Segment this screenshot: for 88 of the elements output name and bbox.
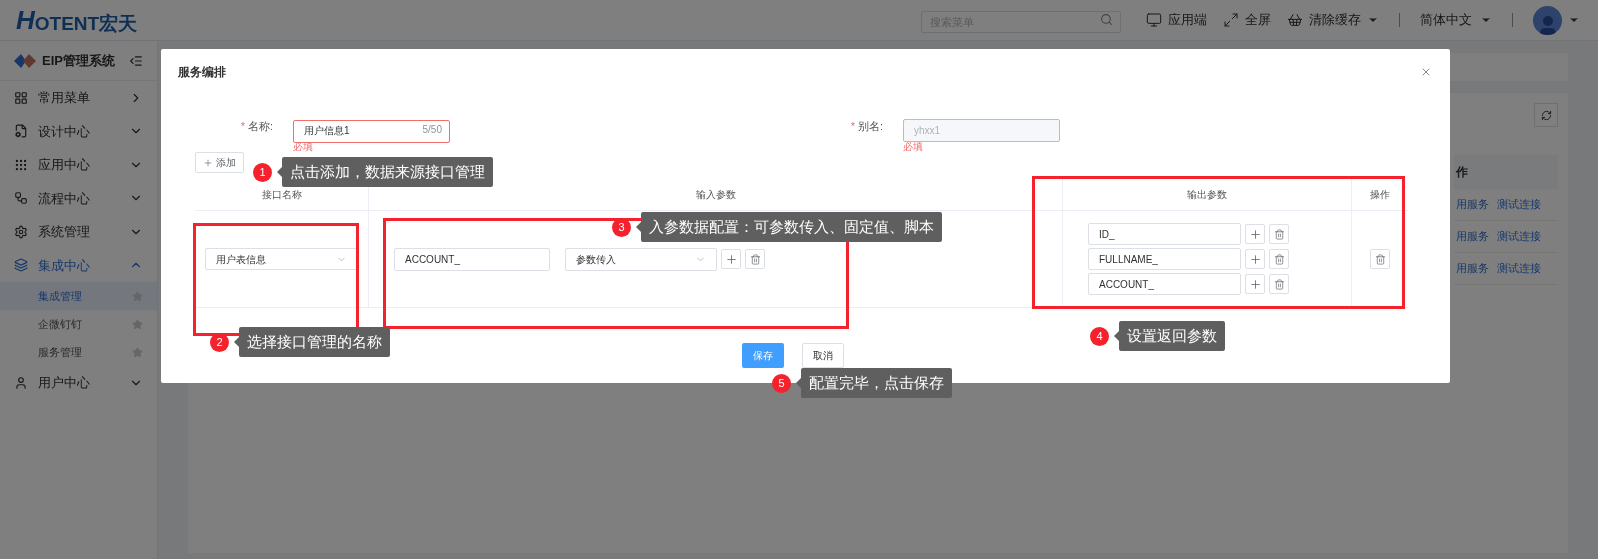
add-row-button[interactable] (1245, 249, 1265, 269)
header-action[interactable]: 全屏 (1223, 10, 1271, 30)
required-mark: * (240, 119, 245, 134)
callout-label: 设置返回参数 (1119, 321, 1225, 351)
language-select[interactable]: 简体中文 (1420, 10, 1492, 30)
text-field[interactable]: ACCOUNT_ (394, 247, 550, 271)
required-mark: * (850, 119, 855, 134)
sidebar-item[interactable]: 常用菜单 (0, 81, 157, 115)
monitor-icon (1146, 12, 1162, 28)
delete-button[interactable] (1269, 249, 1289, 269)
callout-label: 配置完毕，点击保存 (801, 368, 952, 398)
text-field[interactable]: ACCOUNT_ (1088, 273, 1241, 295)
star-icon[interactable] (132, 318, 143, 330)
trash-icon (749, 253, 761, 265)
table-link[interactable]: 测试连接 (1497, 260, 1541, 277)
grid-icon (14, 90, 28, 105)
sidebar-item[interactable]: 设计中心 (0, 114, 157, 148)
sidebar-subitem[interactable]: 集成管理 (0, 282, 157, 310)
layers-icon (14, 258, 28, 273)
delete-button[interactable] (1370, 249, 1390, 269)
char-counter: 5/50 (422, 123, 442, 137)
expand-icon (1223, 12, 1239, 28)
pointer-icon (277, 167, 282, 177)
field-label: 别名: (857, 119, 883, 134)
collapse-icon[interactable] (129, 53, 143, 68)
star-icon[interactable] (132, 346, 143, 358)
text-field[interactable]: FULLNAME_ (1088, 248, 1241, 270)
avatar-icon[interactable] (1533, 5, 1562, 35)
grid-icon (14, 157, 28, 172)
plus-icon (1248, 252, 1262, 266)
logo: HOTENT宏天 (16, 7, 139, 33)
table-link[interactable]: 测试连接 (1497, 228, 1541, 245)
close-icon[interactable] (1420, 66, 1432, 78)
delete-button[interactable] (1269, 274, 1289, 294)
table-link[interactable]: 测试连接 (1497, 196, 1541, 213)
add-row-button[interactable] (1245, 224, 1265, 244)
pointer-icon (636, 222, 641, 232)
sidebar-item[interactable]: 流程中心 (0, 181, 157, 215)
plus-icon (1248, 277, 1262, 291)
sidebar-item[interactable]: 应用中心 (0, 148, 157, 182)
trash-icon (1273, 278, 1285, 290)
cancel-button[interactable]: 取消 (801, 343, 844, 368)
pointer-icon (234, 337, 239, 347)
pointer-icon (796, 378, 801, 388)
trash-icon (1273, 228, 1285, 240)
callout-label: 选择接口管理的名称 (239, 327, 390, 357)
header-action[interactable]: 应用端 (1146, 10, 1207, 30)
table-link[interactable]: 用服务 (1456, 260, 1489, 277)
plus-icon (1248, 227, 1262, 241)
table-link[interactable]: 用服务 (1456, 196, 1489, 213)
system-title: EIP管理系统 (42, 51, 115, 70)
add-row-button[interactable] (1245, 274, 1265, 294)
sidebar-subitem[interactable]: 企微钉钉 (0, 310, 157, 338)
sidebar-item[interactable]: 用户中心 (0, 366, 157, 400)
table-link[interactable]: 用服务 (1456, 228, 1489, 245)
document-gear-icon (14, 124, 28, 139)
diamond-logo-icon (14, 52, 36, 69)
error-text: 必填 (903, 141, 924, 153)
add-row-button[interactable] (721, 249, 741, 269)
column-header: 接口名称 (260, 187, 303, 202)
search-icon (1100, 13, 1113, 26)
gear-icon (14, 224, 28, 239)
sidebar-subitem[interactable]: 服务管理 (0, 338, 157, 366)
user-icon (14, 375, 28, 390)
pointer-icon (1114, 331, 1119, 341)
delete-button[interactable] (745, 249, 765, 269)
sidebar-item[interactable]: 系统管理 (0, 215, 157, 249)
delete-button[interactable] (1269, 224, 1289, 244)
basket-icon (1287, 12, 1303, 28)
header-action[interactable]: 清除缓存 (1287, 10, 1379, 30)
star-icon[interactable] (132, 290, 143, 302)
column-header: 作 (1455, 164, 1468, 181)
flow-icon (14, 191, 28, 206)
text-field[interactable]: ID_ (1088, 223, 1241, 245)
trash-icon (1374, 253, 1386, 265)
callout-label: 入参数据配置：可参数传入、固定值、脚本 (641, 212, 942, 242)
callout-label: 点击添加，数据来源接口管理 (282, 157, 493, 187)
trash-icon (1273, 253, 1285, 265)
refresh-icon (1540, 109, 1552, 121)
dialog-title: 服务编排 (178, 64, 226, 81)
save-button[interactable]: 保存 (741, 343, 784, 368)
refresh-button[interactable] (1534, 103, 1558, 127)
add-button[interactable]: 添加 (195, 152, 244, 173)
select-field[interactable]: 参数传入 (565, 247, 717, 271)
sidebar-item[interactable]: 集成中心 (0, 248, 157, 282)
field-label: 名称: (247, 119, 273, 134)
plus-icon (203, 157, 213, 168)
plus-icon (724, 252, 738, 266)
